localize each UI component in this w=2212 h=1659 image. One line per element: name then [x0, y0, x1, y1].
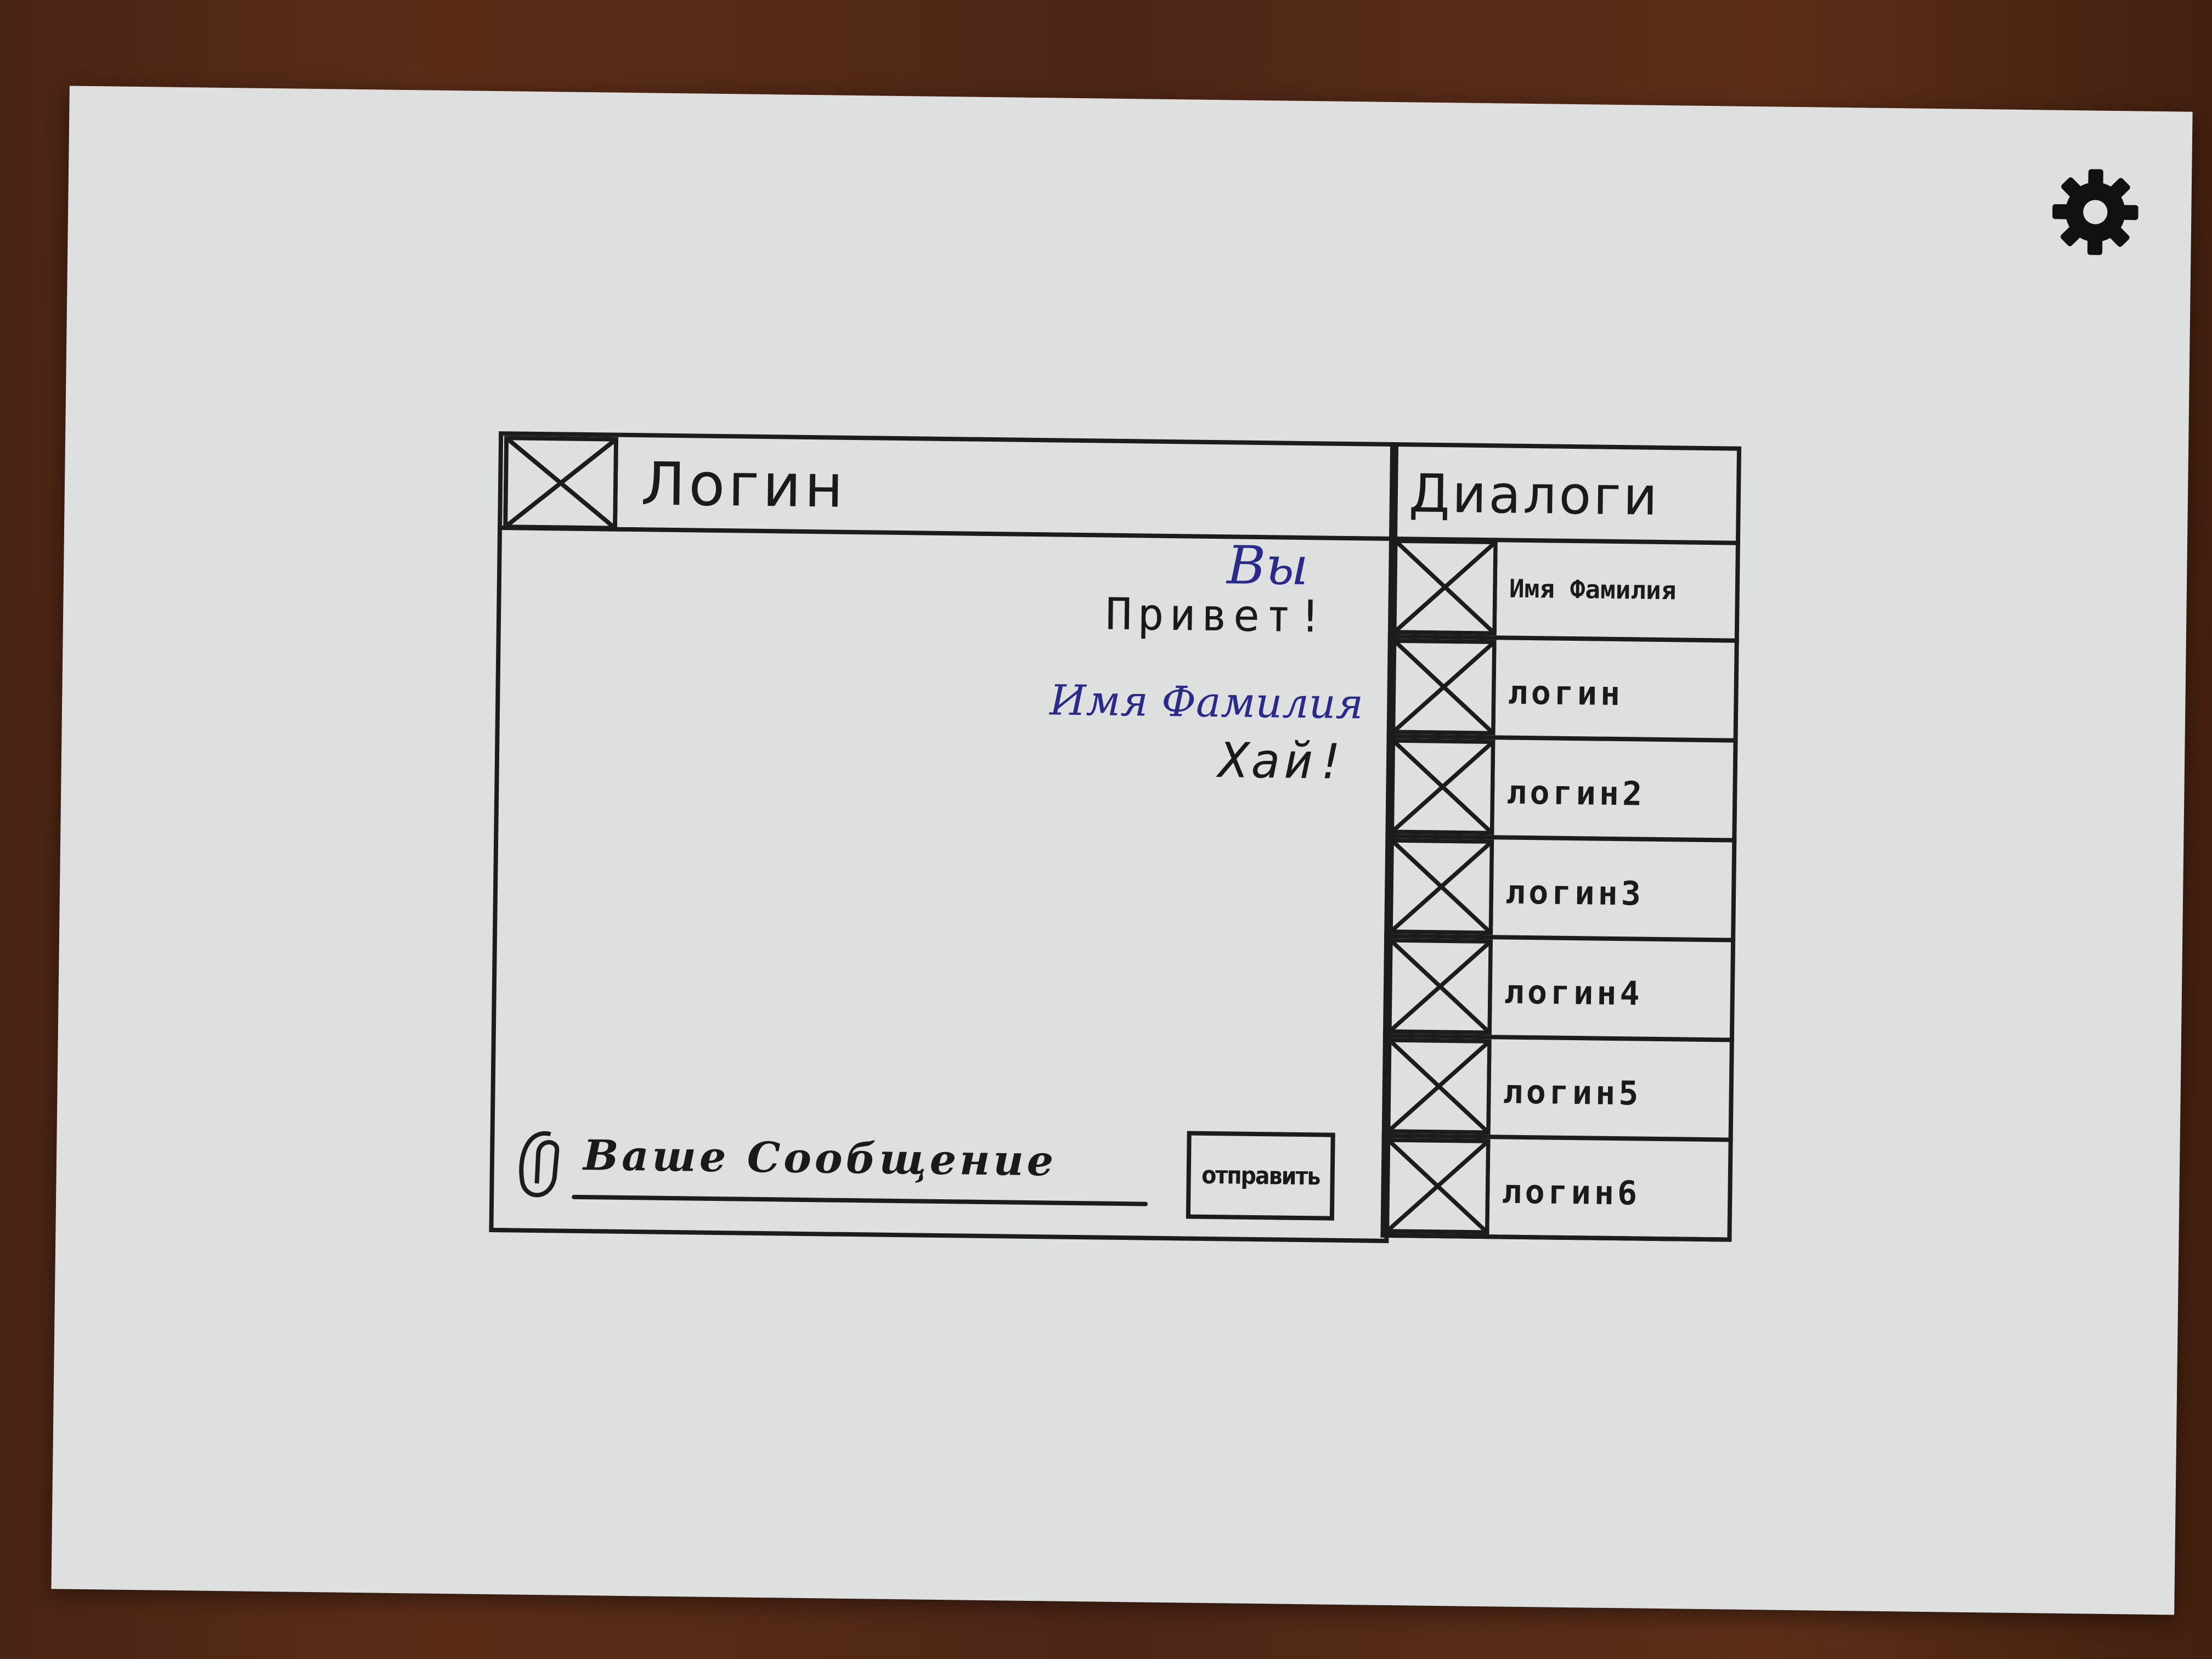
dialog-item[interactable]: Имя Фамилия: [1387, 538, 1740, 643]
page-title: Логин: [640, 450, 847, 521]
dialog-item-label: логин2: [1506, 773, 1646, 814]
avatar: [1389, 838, 1494, 935]
dialog-list: Имя Фамилия логин логин2 логин3 логин4 логин5…: [1380, 538, 1740, 1242]
avatar: [1386, 1037, 1492, 1135]
dialog-item[interactable]: логин6: [1380, 1137, 1733, 1242]
message-author: Вы: [1226, 534, 1309, 597]
send-button[interactable]: отправить: [1186, 1131, 1335, 1221]
message-author: Имя Фамилия: [1049, 675, 1364, 729]
message-text: Хай!: [1218, 732, 1349, 791]
dialog-item-label: логин4: [1504, 973, 1644, 1013]
dialog-item-label: логин: [1508, 673, 1624, 714]
paperclip-icon[interactable]: [511, 1122, 567, 1205]
dialogs-title: Диалоги: [1408, 462, 1660, 527]
dialog-item[interactable]: логин: [1386, 638, 1739, 743]
avatar: [1390, 738, 1496, 836]
dialog-item[interactable]: логин4: [1383, 938, 1736, 1042]
dialog-item[interactable]: логин2: [1385, 738, 1738, 843]
message-input[interactable]: Ваше Сообщение: [583, 1131, 1057, 1186]
dialog-item[interactable]: логин3: [1384, 838, 1737, 943]
gear-icon[interactable]: [2048, 165, 2142, 259]
message-text: Привет!: [1105, 588, 1329, 642]
avatar: [1385, 1137, 1491, 1235]
avatar: [1391, 638, 1497, 736]
dialog-item-label: логин5: [1503, 1073, 1642, 1113]
dialog-item-label: логин3: [1505, 873, 1645, 913]
dialog-item-label: логин6: [1502, 1172, 1641, 1213]
avatar: [1387, 938, 1493, 1035]
paper-sketch: Логин Вы Привет! Имя Фамилия Хай! Ваше С…: [51, 86, 2193, 1615]
image-placeholder-icon: [503, 436, 619, 531]
dialog-item-label: Имя Фамилия: [1509, 573, 1677, 606]
avatar: [1392, 539, 1498, 636]
dialog-item[interactable]: логин5: [1381, 1037, 1734, 1142]
